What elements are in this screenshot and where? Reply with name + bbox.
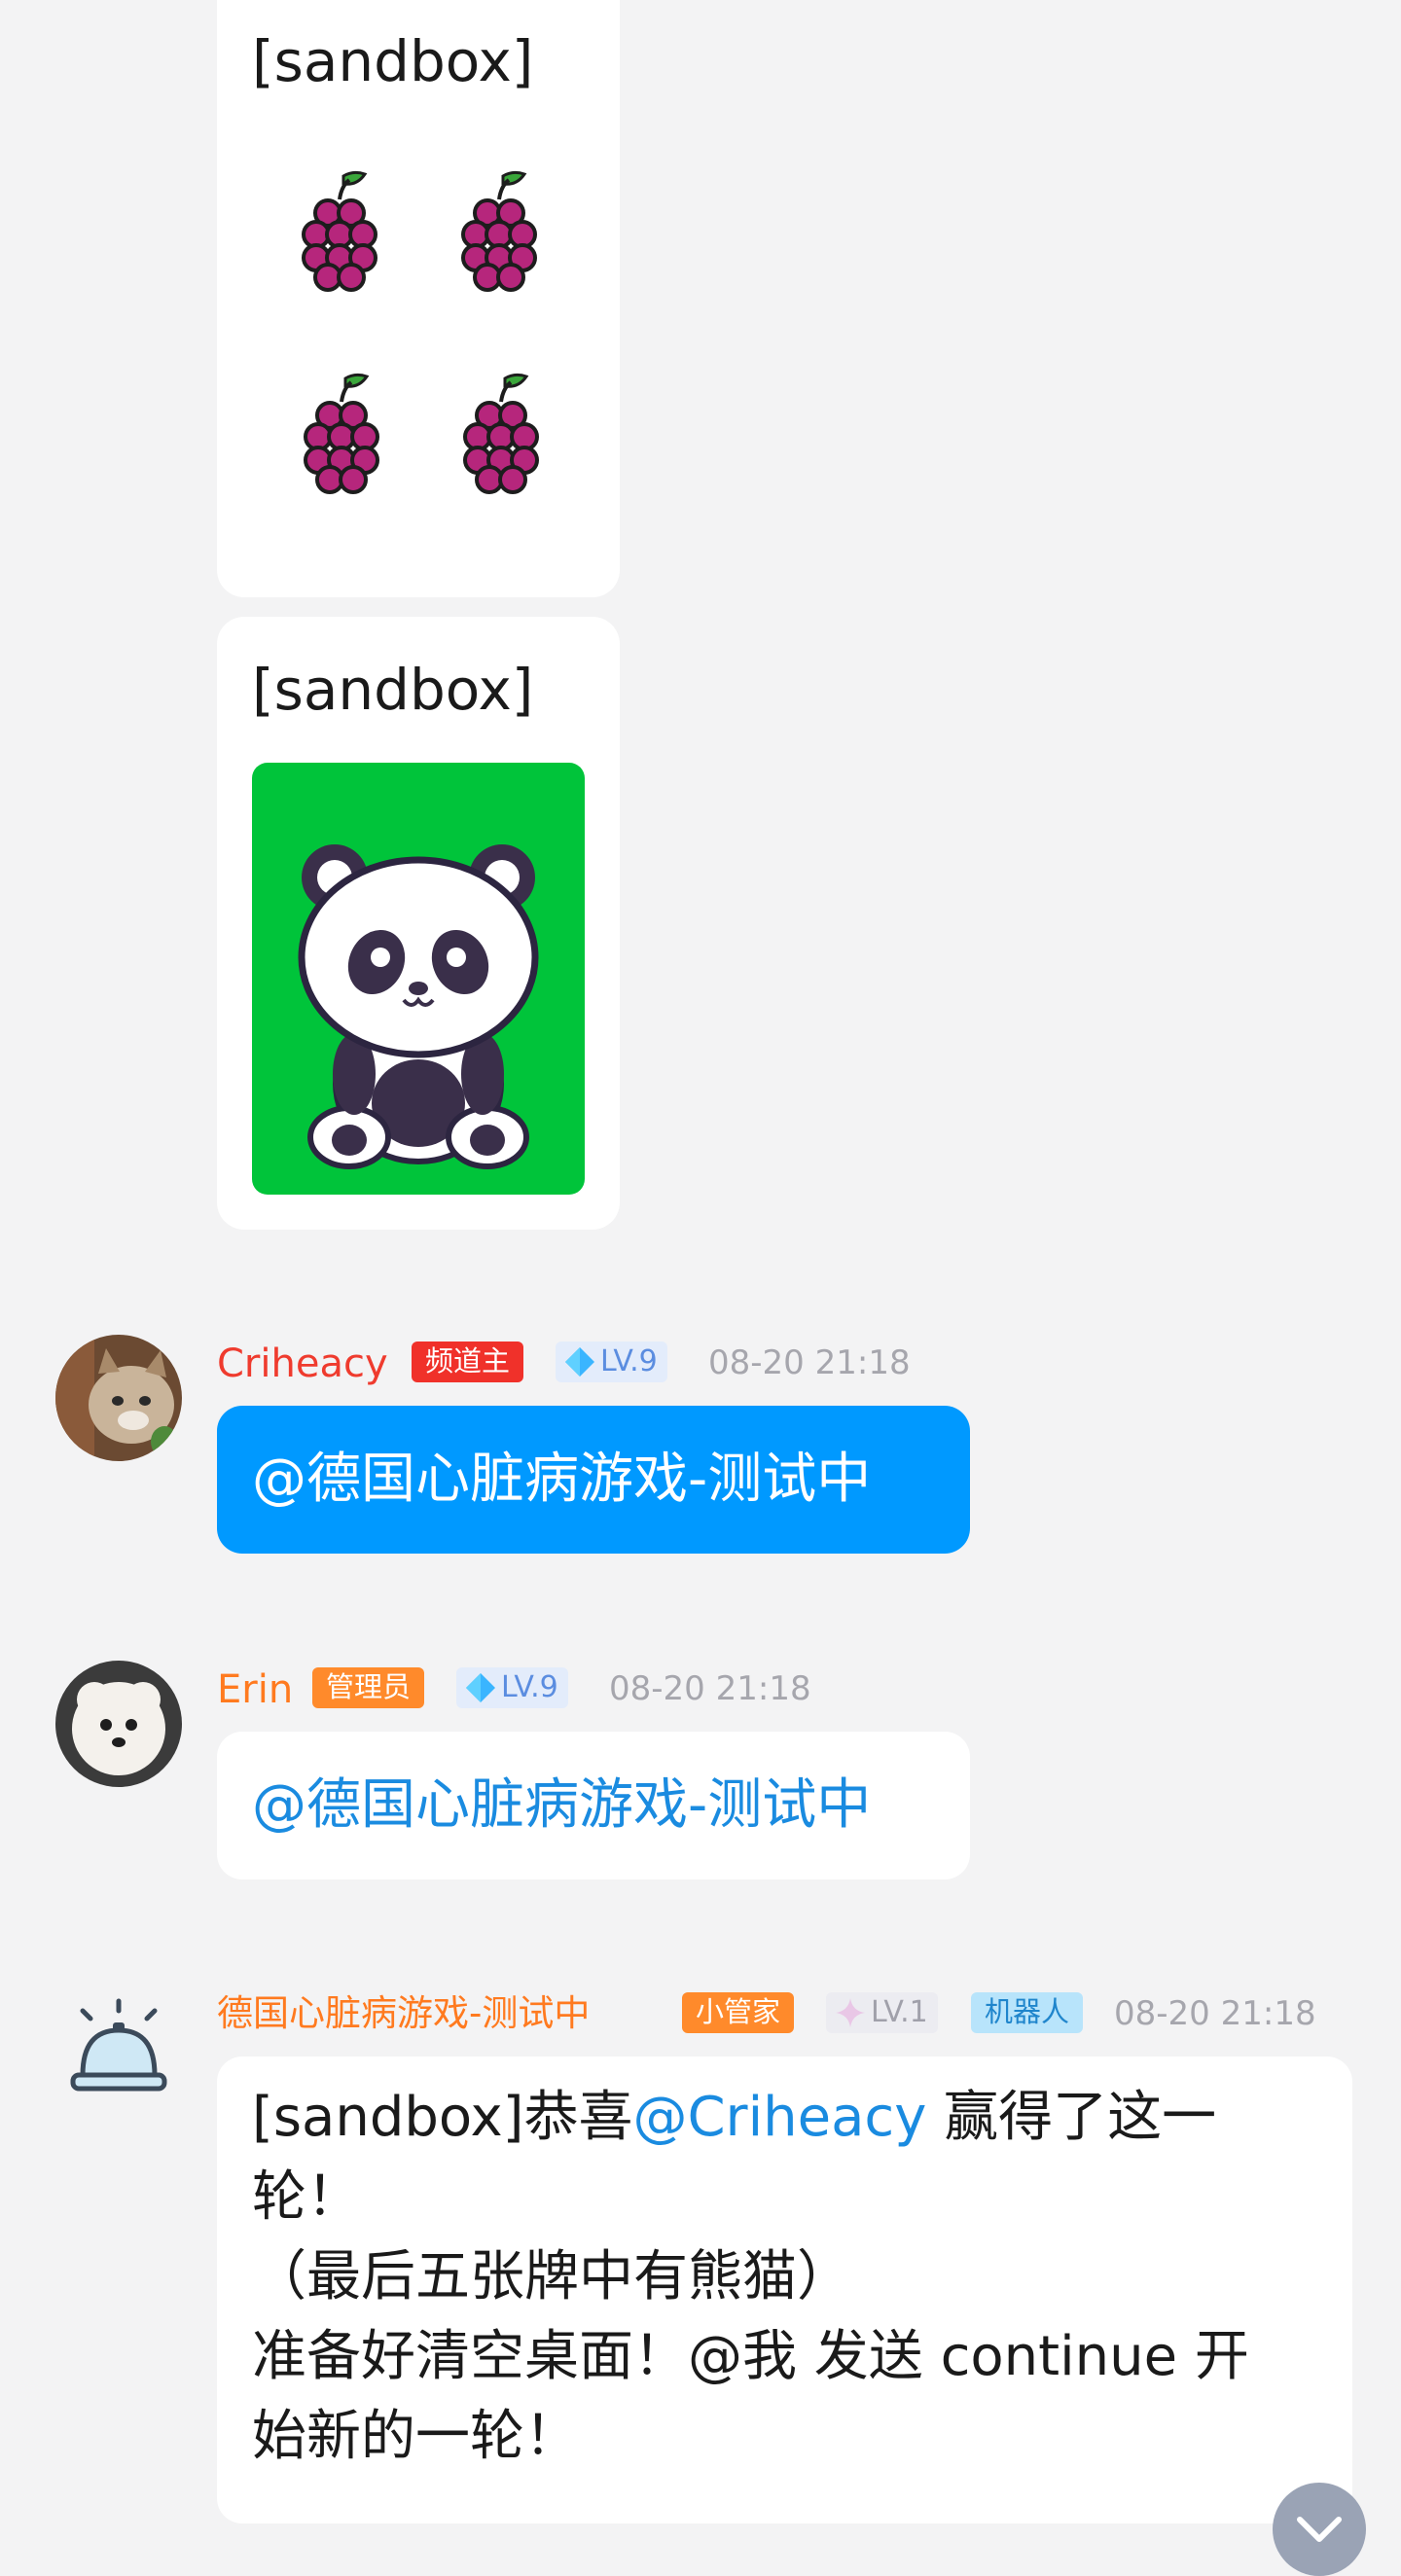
message-bubble[interactable]: @德国心脏病游戏-测试中 bbox=[217, 1406, 970, 1554]
grape-icon bbox=[302, 170, 377, 292]
grapes-grid bbox=[302, 170, 539, 494]
message-bubble[interactable]: [sandbox]恭喜@Criheacy 赢得了这一 轮！ （最后五张牌中有熊猫… bbox=[217, 2057, 1352, 2523]
message-line: 准备好清空桌面！@我 发送 continue 开 bbox=[252, 2325, 1249, 2388]
scroll-to-bottom-button[interactable] bbox=[1273, 2483, 1366, 2576]
dog-avatar-icon bbox=[55, 1661, 182, 1787]
service-bell-icon bbox=[70, 1998, 167, 2092]
role-badge: 管理员 bbox=[312, 1667, 425, 1708]
panda-card-image bbox=[252, 763, 585, 1195]
diamond-icon bbox=[565, 1347, 594, 1377]
username[interactable]: Criheacy bbox=[217, 1344, 388, 1383]
username[interactable]: 德国心脏病游戏-测试中 bbox=[217, 1995, 590, 2031]
grape-icon bbox=[463, 373, 539, 494]
message-line: （最后五张牌中有熊猫） bbox=[252, 2245, 851, 2308]
timestamp: 08-20 21:18 bbox=[1114, 1994, 1316, 2033]
level-badge: LV.9 bbox=[556, 1342, 667, 1382]
username[interactable]: Erin bbox=[217, 1670, 293, 1709]
grape-icon bbox=[304, 373, 379, 494]
mention-link[interactable]: @Criheacy bbox=[632, 2086, 926, 2149]
role-badge: 频道主 bbox=[412, 1342, 524, 1382]
grape-icon bbox=[461, 170, 537, 292]
avatar[interactable] bbox=[55, 1661, 182, 1787]
timestamp: 08-20 21:18 bbox=[609, 1669, 811, 1708]
sandbox-card-panda[interactable]: [sandbox] bbox=[217, 617, 620, 1230]
cat-avatar-icon bbox=[55, 1335, 182, 1461]
level-badge: LV.1 bbox=[826, 1992, 938, 2033]
card-label: [sandbox] bbox=[252, 28, 534, 94]
panda-icon bbox=[298, 844, 539, 1169]
bot-badge: 机器人 bbox=[971, 1992, 1084, 2033]
sandbox-card-grapes[interactable]: [sandbox] bbox=[217, 0, 620, 597]
message-bubble[interactable]: @德国心脏病游戏-测试中 bbox=[217, 1732, 970, 1879]
message-line: 轮！ bbox=[252, 2165, 361, 2229]
message-text: @德国心脏病游戏-测试中 bbox=[252, 1448, 872, 1511]
message-line: 始新的一轮！ bbox=[252, 2405, 579, 2468]
diamond-icon bbox=[466, 1673, 495, 1702]
level-label: LV.1 bbox=[871, 1995, 928, 2029]
level-label: LV.9 bbox=[600, 1344, 658, 1378]
role-badge: 小管家 bbox=[682, 1992, 795, 2033]
bot-avatar[interactable] bbox=[55, 1986, 182, 2112]
timestamp: 08-20 21:18 bbox=[708, 1343, 911, 1382]
level-badge: LV.9 bbox=[456, 1667, 568, 1708]
avatar[interactable] bbox=[55, 1335, 182, 1461]
message-line: [sandbox]恭喜@Criheacy 赢得了这一 bbox=[252, 2086, 1217, 2149]
chevron-down-icon bbox=[1297, 2517, 1342, 2542]
message-text: [sandbox]恭喜@Criheacy 赢得了这一 轮！ （最后五张牌中有熊猫… bbox=[252, 2078, 1332, 2477]
sparkle-icon bbox=[836, 1998, 865, 2027]
level-label: LV.9 bbox=[501, 1670, 558, 1704]
card-label: [sandbox] bbox=[252, 657, 534, 723]
message-text: @德国心脏病游戏-测试中 bbox=[252, 1773, 872, 1837]
